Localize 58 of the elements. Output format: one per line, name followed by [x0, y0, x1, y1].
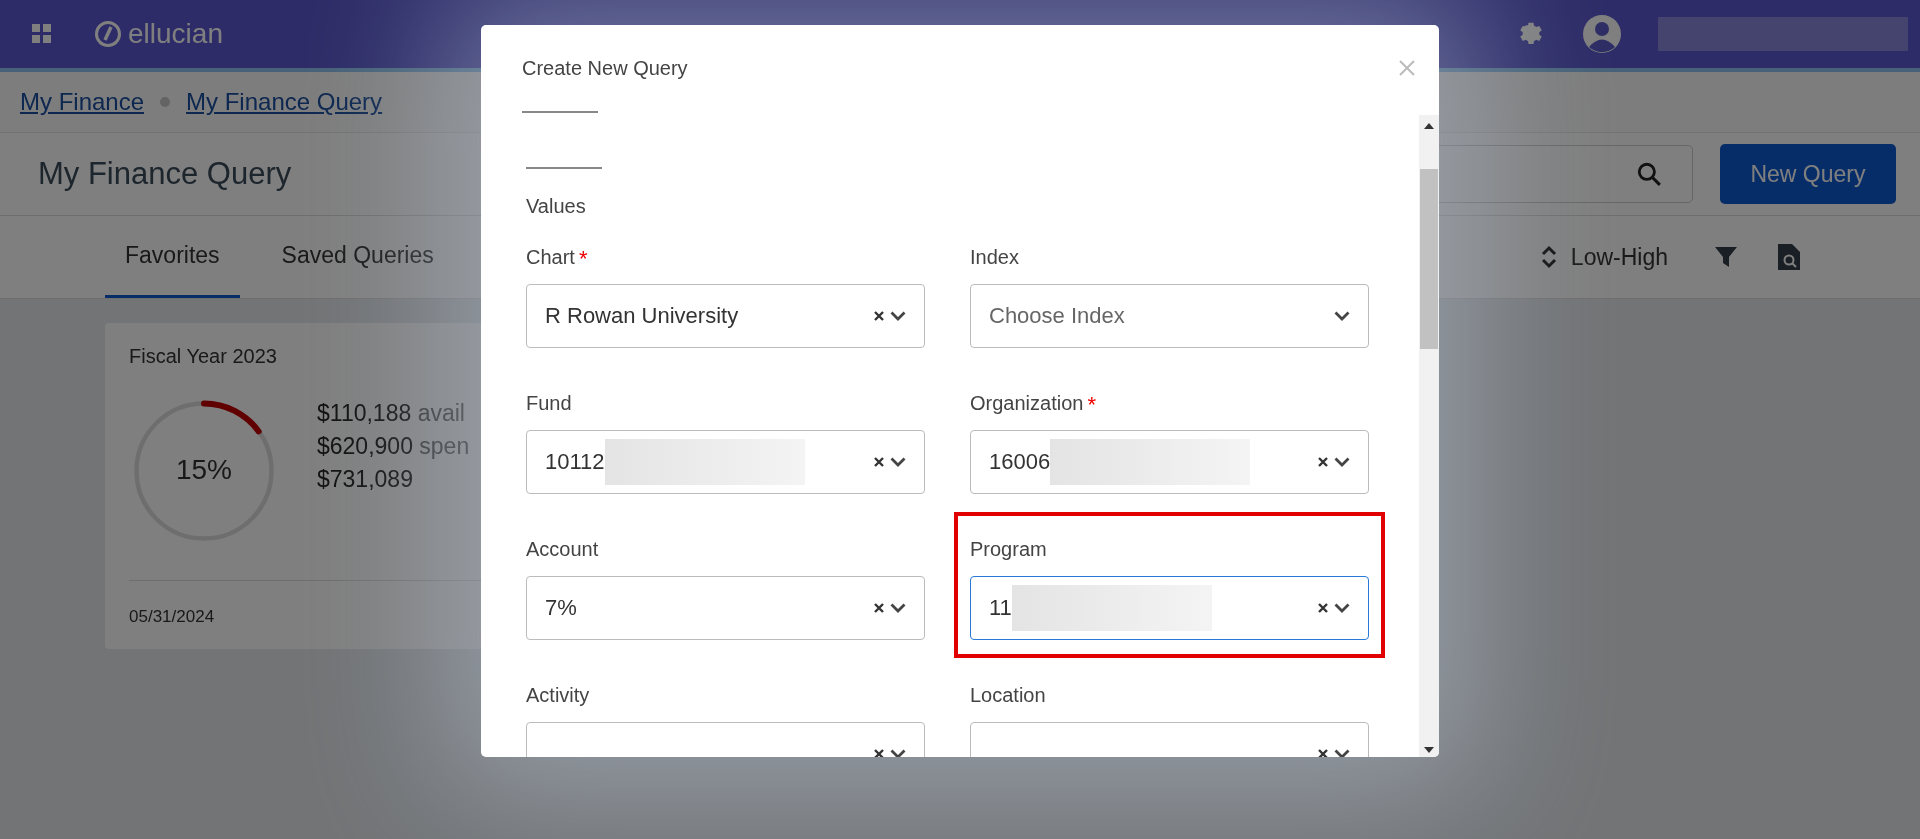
- field-label: Program: [970, 538, 1047, 562]
- tab[interactable]: Favorites: [105, 216, 240, 298]
- chevron-down-icon[interactable]: [1334, 311, 1350, 321]
- logo-icon: [94, 20, 122, 48]
- document-search-icon[interactable]: [1778, 244, 1800, 270]
- sort-icon: [1540, 244, 1557, 270]
- field-label: Activity: [526, 684, 590, 708]
- search-icon: [1636, 161, 1662, 187]
- page-title: My Finance Query: [38, 156, 292, 192]
- clear-icon[interactable]: [874, 457, 884, 467]
- new-query-button[interactable]: New Query: [1720, 144, 1896, 204]
- breadcrumb-link[interactable]: My Finance: [20, 88, 145, 116]
- amount-text: $731,089: [317, 465, 414, 493]
- scrollbar[interactable]: [1419, 115, 1439, 757]
- select-field[interactable]: Choose Index: [970, 284, 1369, 348]
- breadcrumb-link[interactable]: My Finance Query: [186, 88, 383, 116]
- card-title: Fiscal Year 2023: [129, 345, 278, 368]
- select-field[interactable]: R Rowan University: [526, 284, 925, 348]
- chevron-down-icon[interactable]: [1334, 749, 1350, 757]
- chevron-down-icon[interactable]: [890, 603, 906, 613]
- select-field[interactable]: 16006: [970, 430, 1369, 494]
- select-field[interactable]: 7%: [526, 576, 925, 640]
- select-field[interactable]: 10112: [526, 430, 925, 494]
- date-text: 05/31/2024: [129, 607, 215, 626]
- field-label: Index: [970, 246, 1019, 270]
- clear-icon[interactable]: [1318, 457, 1328, 467]
- sort-button[interactable]: Low-High: [1534, 242, 1674, 272]
- select-field[interactable]: 11: [970, 576, 1369, 640]
- required-mark: *: [1087, 392, 1096, 419]
- clear-icon[interactable]: [874, 749, 884, 757]
- required-mark: *: [578, 246, 588, 273]
- scroll-down-icon[interactable]: [1424, 747, 1434, 753]
- field-label: Organization: [970, 392, 1084, 416]
- scroll-up-icon[interactable]: [1424, 123, 1434, 129]
- field-label: Location: [970, 684, 1046, 708]
- chevron-down-icon[interactable]: [1334, 603, 1350, 613]
- chevron-down-icon[interactable]: [890, 311, 906, 321]
- percent-text: 15%: [174, 454, 233, 486]
- clear-icon[interactable]: [1318, 603, 1328, 613]
- field-label: Chart: [526, 246, 575, 270]
- logo-text: ellucian: [128, 18, 223, 50]
- app-grid-icon[interactable]: [32, 24, 52, 44]
- clear-icon[interactable]: [874, 311, 884, 321]
- filter-icon[interactable]: [1714, 245, 1738, 269]
- chevron-down-icon[interactable]: [890, 457, 906, 467]
- chevron-down-icon[interactable]: [1334, 457, 1350, 467]
- chevron-down-icon[interactable]: [890, 749, 906, 757]
- section-title: Values: [526, 195, 587, 218]
- amount-text: $620,900 spen: [317, 432, 470, 460]
- field-label: Account: [526, 538, 599, 562]
- clear-icon[interactable]: [874, 603, 884, 613]
- clear-icon[interactable]: [1318, 749, 1328, 757]
- modal-title: Create New Query: [522, 56, 688, 80]
- avatar-icon[interactable]: [1582, 14, 1622, 54]
- amount-text: $110,188 avail: [317, 399, 466, 427]
- breadcrumb-separator: [160, 97, 171, 107]
- field-label: Fund: [526, 392, 572, 416]
- tab[interactable]: Saved Queries: [261, 216, 454, 298]
